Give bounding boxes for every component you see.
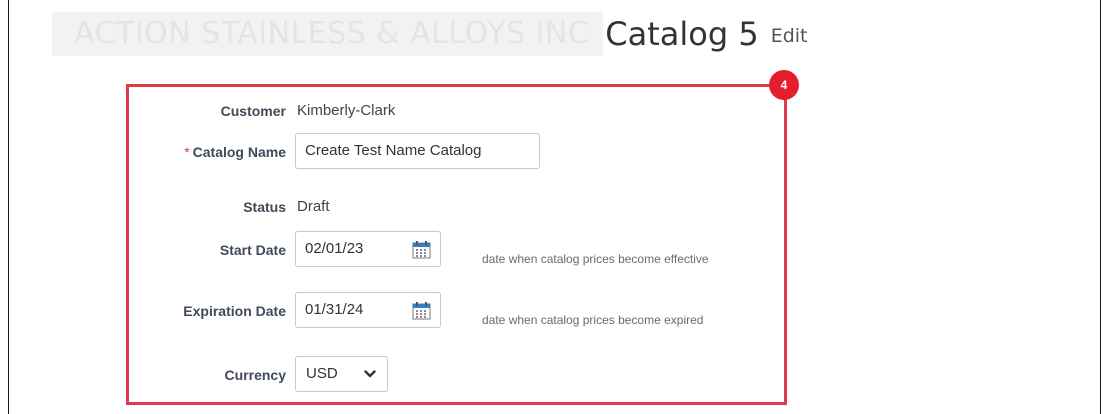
start-date-hint: date when catalog prices become effectiv… <box>482 252 709 266</box>
status-label: Status <box>243 199 286 215</box>
calendar-icon[interactable] <box>412 301 431 320</box>
edit-title-link[interactable]: Edit <box>771 10 808 58</box>
chevron-down-icon <box>364 370 376 378</box>
calendar-icon[interactable] <box>412 240 431 259</box>
customer-label: Customer <box>220 103 286 119</box>
status-value: Draft <box>297 198 330 215</box>
expiration-date-row: Expiration Date 01/31/24 date when catal… <box>126 292 806 330</box>
start-date-row: Start Date 02/01/23 date when catalog pr… <box>126 231 806 269</box>
currency-row: Currency USD <box>126 356 806 394</box>
start-date-label: Start Date <box>219 242 286 258</box>
catalog-name-row: * Catalog Name Create Test Name Catalog <box>126 133 806 171</box>
catalog-name-label: * Catalog Name <box>184 133 286 171</box>
start-date-value: 02/01/23 <box>305 240 364 257</box>
expiration-date-hint: date when catalog prices become expired <box>482 313 704 327</box>
currency-label: Currency <box>224 367 286 383</box>
currency-select[interactable]: USD <box>295 356 388 392</box>
company-name: ACTION STAINLESS & ALLOYS INC <box>52 12 604 56</box>
customer-value: Kimberly-Clark <box>297 102 396 119</box>
expiration-date-input[interactable]: 01/31/24 <box>295 292 441 328</box>
expiration-date-label: Expiration Date <box>183 303 286 319</box>
catalog-name-input[interactable]: Create Test Name Catalog <box>295 133 540 169</box>
page-title: Catalog 5 <box>605 15 759 53</box>
start-date-input[interactable]: 02/01/23 <box>295 231 441 267</box>
customer-row: Customer Kimberly-Clark <box>126 92 806 130</box>
expiration-date-value: 01/31/24 <box>305 301 364 318</box>
status-row: Status Draft <box>126 188 806 226</box>
catalog-name-label-text: Catalog Name <box>192 144 286 160</box>
required-asterisk: * <box>184 144 190 160</box>
page-header: ACTION STAINLESS & ALLOYS INC Catalog 5 … <box>52 12 808 56</box>
currency-selected-value: USD <box>306 365 338 382</box>
